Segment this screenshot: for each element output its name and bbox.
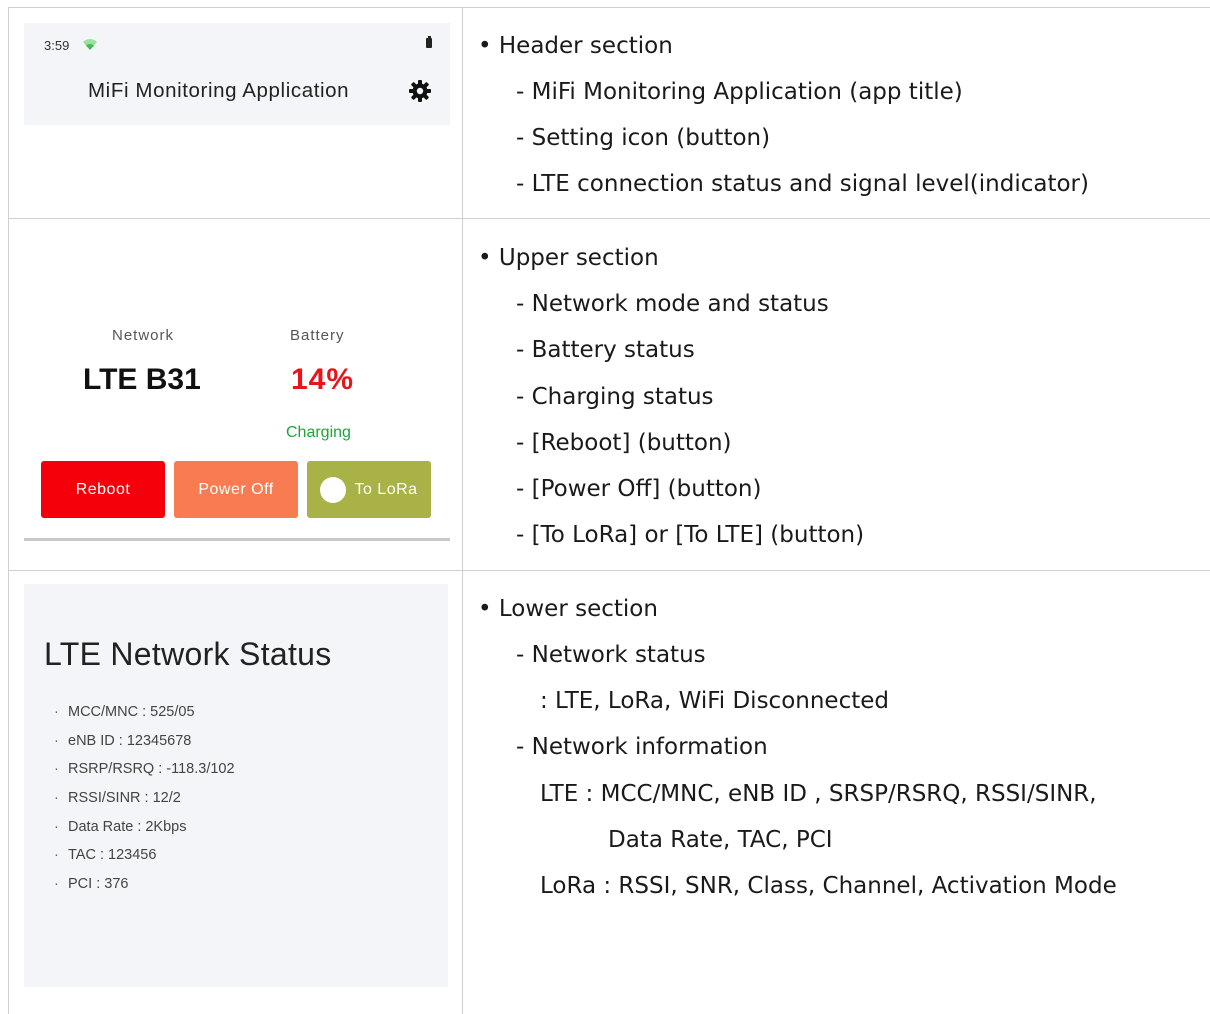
lte-info-list: · MCC/MNC : 525/05 · eNB ID : 12345678 · RS…	[54, 702, 235, 903]
to-lora-button[interactable]: To LoRa	[307, 461, 431, 518]
table-row-divider-1	[8, 218, 1210, 219]
gear-icon[interactable]	[408, 79, 432, 103]
network-label: Network	[112, 327, 175, 344]
header-screenshot: 3:59 MiFi Monitoring Application	[24, 23, 450, 125]
list-item: · TAC : 123456	[54, 847, 157, 864]
upper-desc-line: - Network mode and status	[516, 291, 829, 317]
power-off-button[interactable]: Power Off	[174, 461, 298, 518]
lte-network-status-title: LTE Network Status	[44, 636, 332, 672]
app-title: MiFi Monitoring Application	[88, 79, 350, 102]
table-row-divider-2	[8, 570, 1210, 571]
list-item: · PCI : 376	[54, 876, 129, 893]
list-item: · RSSI/SINR : 12/2	[54, 790, 181, 807]
charging-status: Charging	[286, 424, 351, 441]
reboot-button-label: Reboot	[75, 480, 131, 498]
upper-desc-line: - Charging status	[516, 384, 714, 410]
lower-desc-line: - Network status	[516, 642, 706, 668]
list-item: · MCC/MNC : 525/05	[54, 704, 195, 720]
list-item: · Data Rate : 2Kbps	[54, 818, 187, 835]
lower-desc-line: LoRa : RSSI, SNR, Class, Channel, Activa…	[540, 873, 1117, 899]
upper-section-heading: • Upper section	[478, 245, 659, 271]
table-left-border	[8, 7, 9, 1014]
list-item: · eNB ID : 12345678	[54, 732, 192, 749]
toggle-circle-icon	[320, 476, 347, 503]
table-top-border	[8, 7, 1210, 8]
section-bottom-bar	[24, 538, 450, 541]
status-bar-time: 3:59	[44, 38, 70, 53]
reboot-button[interactable]: Reboot	[41, 461, 165, 518]
power-off-button-label: Power Off	[198, 480, 274, 498]
lower-desc-line: LTE : MCC/MNC, eNB ID , SRSP/RSRQ, RSSI/…	[540, 781, 1097, 807]
lower-desc-line: - Network information	[516, 734, 768, 760]
upper-desc-line: - [Reboot] (button)	[516, 430, 732, 456]
upper-desc-line: - [To LoRa] or [To LTE] (button)	[516, 522, 865, 548]
lower-desc-line: : LTE, LoRa, WiFi Disconnected	[540, 688, 889, 714]
list-item: · RSRP/RSRQ : -118.3/102	[54, 761, 235, 778]
upper-desc-line: - Battery status	[516, 337, 695, 363]
upper-screenshot: Network Battery LTE B31 14% Charging Reb…	[24, 283, 450, 543]
wifi-icon	[83, 39, 97, 50]
header-desc-line: - MiFi Monitoring Application (app title…	[516, 79, 963, 105]
battery-percent-value: 14%	[291, 363, 355, 396]
upper-desc-line: - [Power Off] (button)	[516, 476, 762, 502]
header-desc-line: - LTE connection status and signal level…	[516, 171, 1089, 197]
lower-desc-line: Data Rate, TAC, PCI	[608, 827, 833, 853]
header-desc-line: - Setting icon (button)	[516, 125, 771, 151]
network-mode-value: LTE B31	[83, 363, 201, 396]
battery-icon	[426, 36, 432, 48]
to-lora-button-label: To LoRa	[354, 480, 418, 498]
table-column-divider	[462, 7, 463, 1014]
battery-label: Battery	[290, 327, 345, 344]
lower-section-heading: • Lower section	[478, 596, 658, 622]
header-section-heading: • Header section	[478, 33, 673, 59]
lower-screenshot: LTE Network Status · MCC/MNC : 525/05 · eN…	[24, 584, 448, 987]
